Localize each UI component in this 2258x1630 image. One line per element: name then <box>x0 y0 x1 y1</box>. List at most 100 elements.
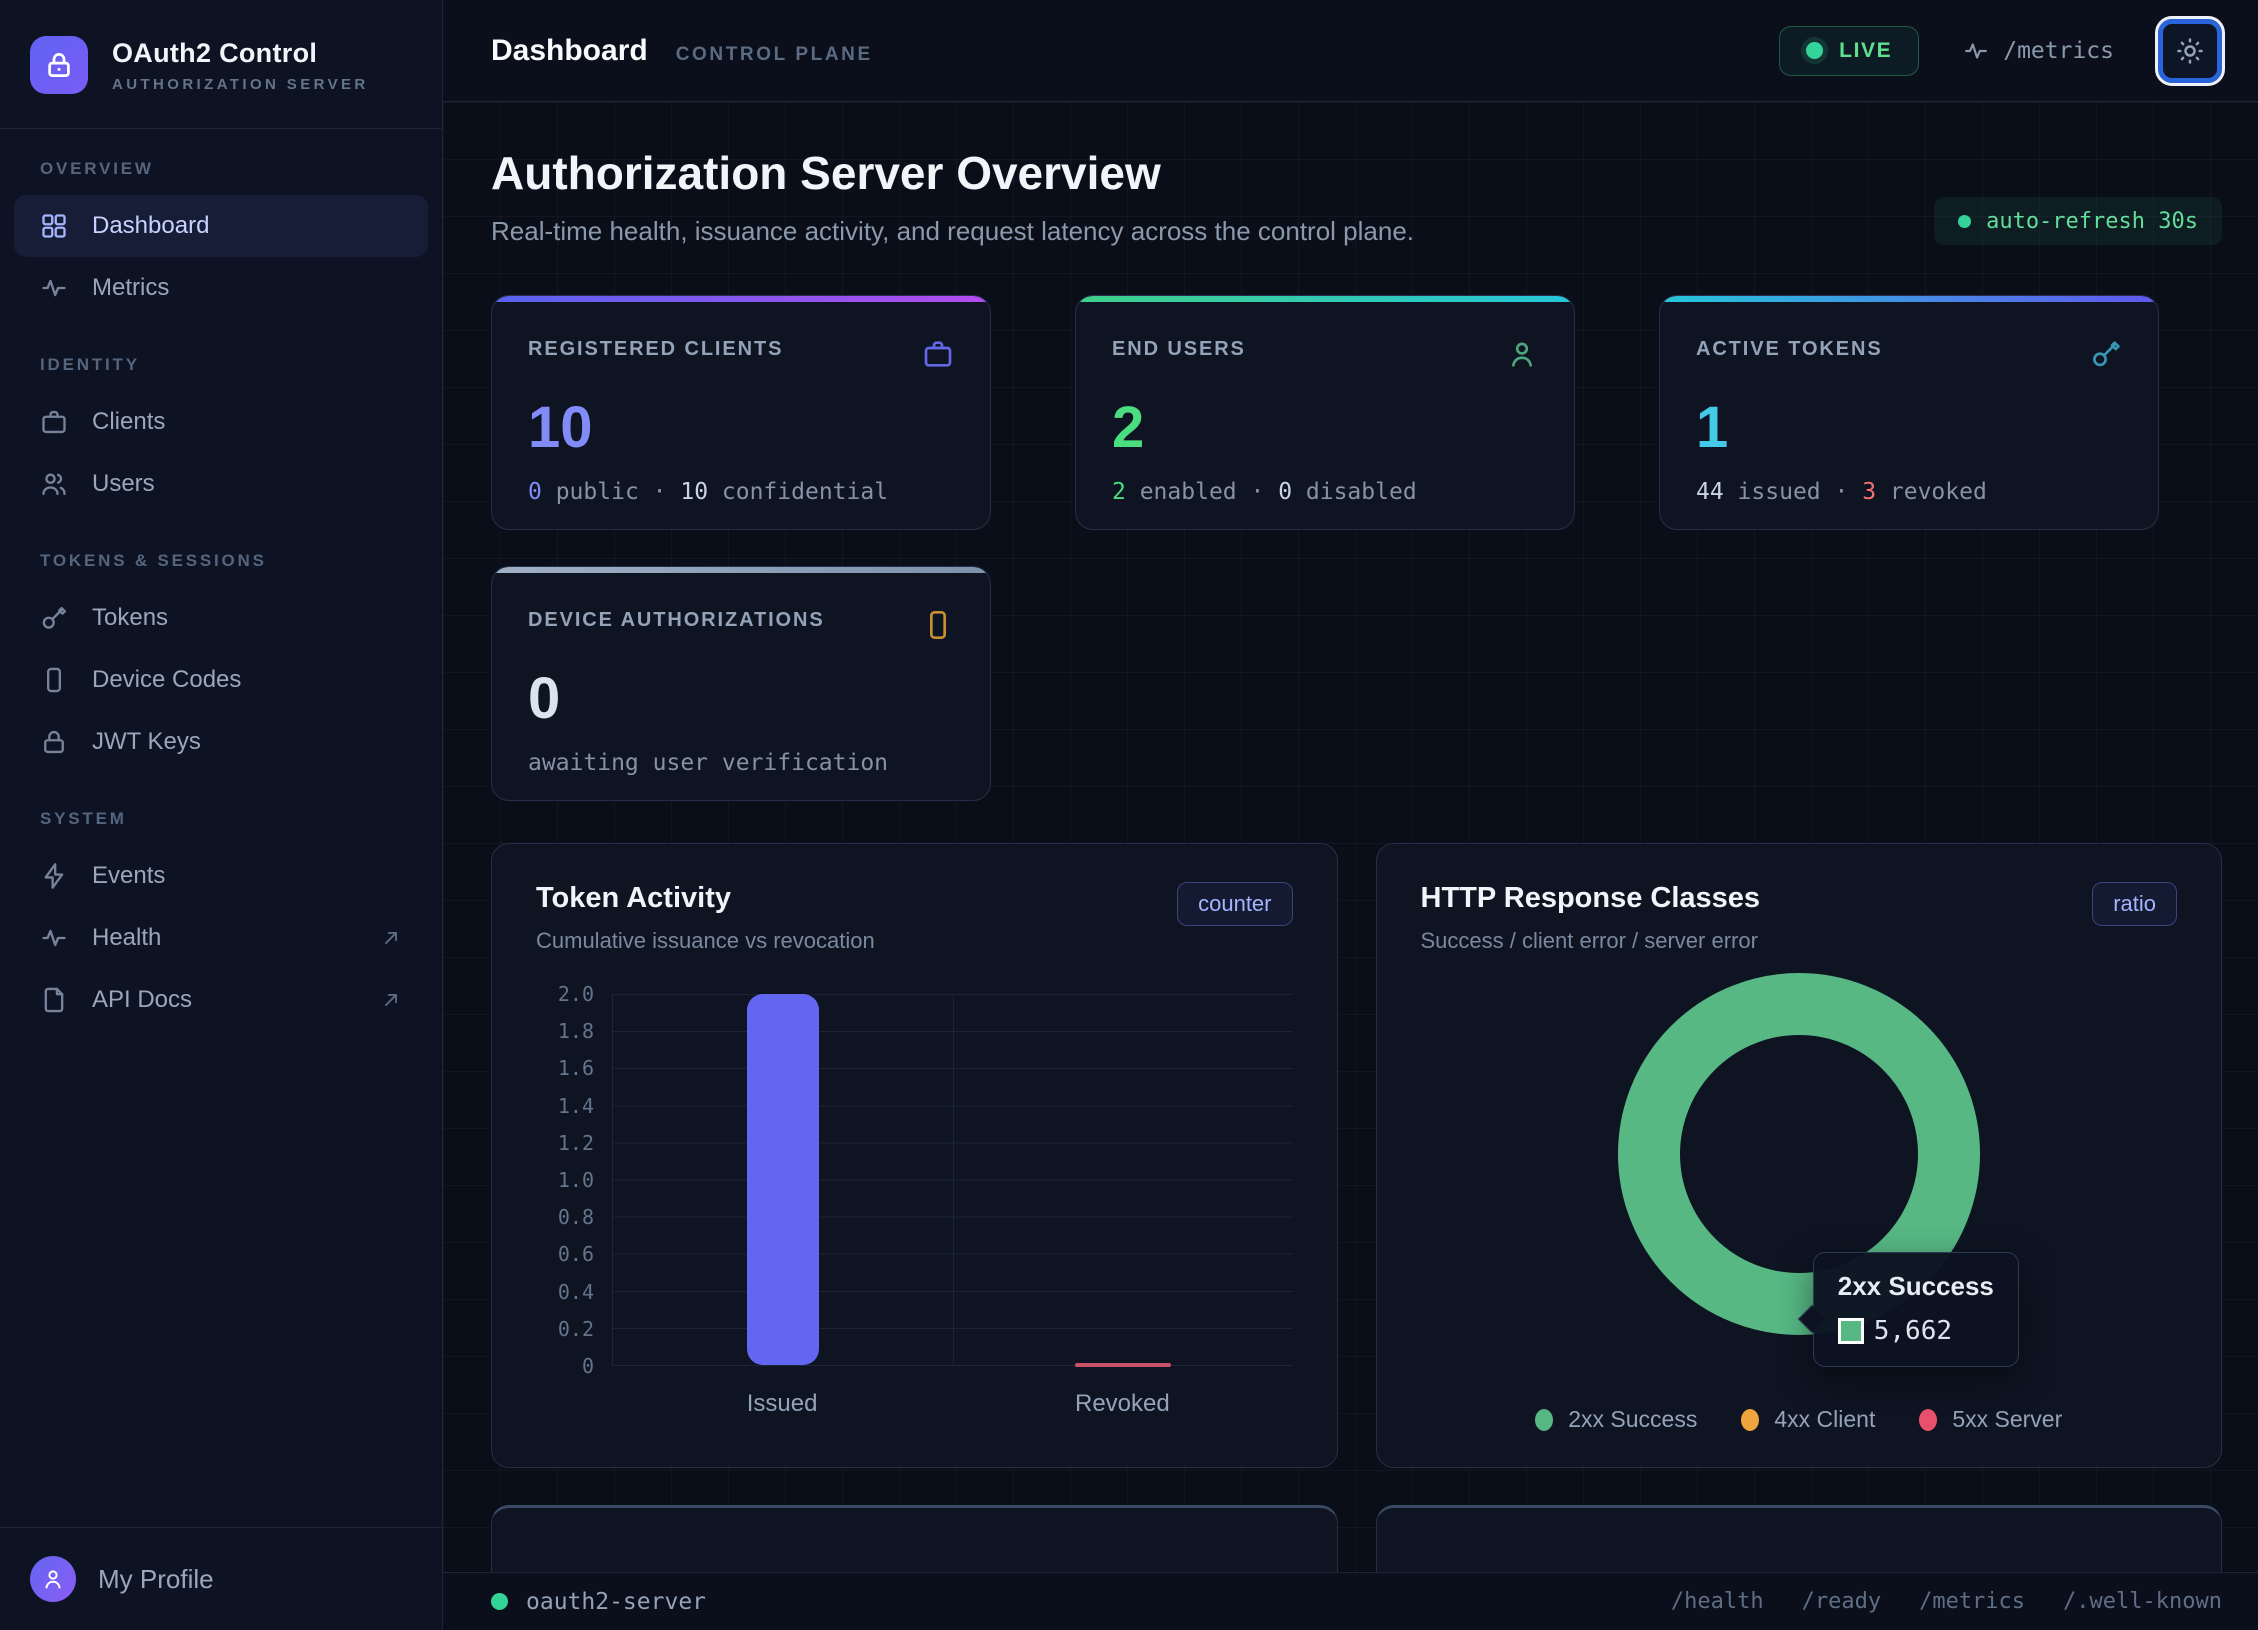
legend-dot-icon <box>1919 1409 1937 1431</box>
charts-grid: Token Activity Cumulative issuance vs re… <box>491 843 2222 1468</box>
key-icon <box>40 604 68 632</box>
chart-title: Token Activity <box>536 882 875 915</box>
chart-tooltip: 2xx Success 5,662 <box>1813 1252 2019 1367</box>
auto-refresh-badge: auto-refresh 30s <box>1934 197 2222 245</box>
activity-icon <box>40 924 68 952</box>
bar-issued[interactable] <box>747 994 819 1365</box>
user-icon <box>41 1567 65 1591</box>
sidebar-item-label: Health <box>92 924 161 952</box>
users-icon <box>40 470 68 498</box>
y-axis-ticks: 2.0 1.8 1.6 1.4 1.2 1.0 0.8 0.6 0.4 0.2 … <box>536 994 594 1366</box>
sidebar-nav: OVERVIEW Dashboard Metrics IDENTITY <box>0 129 442 1527</box>
legend-label: 2xx Success <box>1568 1406 1697 1433</box>
tooltip-title: 2xx Success <box>1838 1271 1994 1302</box>
endpoint-health[interactable]: /health <box>1671 1589 1764 1614</box>
zap-icon <box>40 862 68 890</box>
legend-item-4xx: 4xx Client <box>1741 1406 1875 1433</box>
sidebar-item-metrics[interactable]: Metrics <box>14 257 428 319</box>
chart-title: HTTP Response Classes <box>1421 882 1761 915</box>
nav-section-tokens-sessions: TOKENS & SESSIONS <box>14 551 428 571</box>
nav-section-overview: OVERVIEW <box>14 159 428 179</box>
brand-title: OAuth2 Control <box>112 38 369 69</box>
nav-section-system: SYSTEM <box>14 809 428 829</box>
counter-chip[interactable]: counter <box>1177 882 1292 926</box>
x-label-issued: Issued <box>612 1390 952 1418</box>
lock-icon <box>40 728 68 756</box>
sun-icon <box>2175 36 2205 66</box>
sidebar-item-clients[interactable]: Clients <box>14 391 428 453</box>
sidebar-item-label: Dashboard <box>92 212 209 240</box>
x-axis-labels: Issued Revoked <box>612 1390 1293 1418</box>
stat-sub: 0 public · 10 confidential <box>528 479 954 505</box>
stat-cards-grid: REGISTERED CLIENTS 10 0 public · 10 conf… <box>491 295 2222 801</box>
card-accent-bar <box>492 567 990 573</box>
legend-dot-icon <box>1741 1409 1759 1431</box>
sidebar-item-tokens[interactable]: Tokens <box>14 587 428 649</box>
endpoint-metrics[interactable]: /metrics <box>1919 1589 2025 1614</box>
external-link-icon <box>380 989 402 1011</box>
main-area: Dashboard CONTROL PLANE LIVE /metrics <box>443 0 2258 1630</box>
sidebar-item-label: API Docs <box>92 986 192 1014</box>
stat-sub: 44 issued · 3 revoked <box>1696 479 2122 505</box>
ratio-chip[interactable]: ratio <box>2092 882 2177 926</box>
stat-value: 0 <box>528 665 954 732</box>
smartphone-icon <box>922 609 954 641</box>
briefcase-icon <box>40 408 68 436</box>
stat-label: ACTIVE TOKENS <box>1696 338 1883 361</box>
metrics-link-label: /metrics <box>2003 38 2114 64</box>
token-activity-card: Token Activity Cumulative issuance vs re… <box>491 843 1338 1468</box>
endpoint-ready[interactable]: /ready <box>1802 1589 1881 1614</box>
tooltip-swatch-icon <box>1838 1318 1864 1344</box>
auto-refresh-label: auto-refresh 30s <box>1986 209 2198 234</box>
dashboard-content: Authorization Server Overview Real-time … <box>443 102 2258 1572</box>
sidebar-item-jwt-keys[interactable]: JWT Keys <box>14 711 428 773</box>
live-label: LIVE <box>1839 39 1892 63</box>
sidebar-item-device-codes[interactable]: Device Codes <box>14 649 428 711</box>
donut-legend: 2xx Success 4xx Client 5xx Server <box>1421 1406 2178 1433</box>
stat-label: END USERS <box>1112 338 1246 361</box>
endpoint-well-known[interactable]: /.well-known <box>2063 1589 2222 1614</box>
sidebar-item-label: Tokens <box>92 604 168 632</box>
nav-section-identity: IDENTITY <box>14 355 428 375</box>
sidebar-item-dashboard[interactable]: Dashboard <box>14 195 428 257</box>
sidebar-item-label: Device Codes <box>92 666 241 694</box>
x-label-revoked: Revoked <box>952 1390 1292 1418</box>
tooltip-value: 5,662 <box>1874 1316 1952 1346</box>
activity-icon <box>1963 38 1989 64</box>
brand-subtitle: AUTHORIZATION SERVER <box>112 76 369 93</box>
theme-toggle-button[interactable] <box>2158 19 2222 83</box>
stat-sub: awaiting user verification <box>528 750 954 776</box>
key-icon <box>2090 338 2122 370</box>
registered-clients-card: REGISTERED CLIENTS 10 0 public · 10 conf… <box>491 295 991 530</box>
sidebar-item-label: Users <box>92 470 155 498</box>
bar-revoked[interactable] <box>1075 1363 1171 1367</box>
partial-card-left <box>491 1505 1338 1572</box>
profile-item[interactable]: My Profile <box>0 1527 442 1630</box>
sidebar-item-events[interactable]: Events <box>14 845 428 907</box>
live-status-badge: LIVE <box>1779 26 1919 76</box>
topbar: Dashboard CONTROL PLANE LIVE /metrics <box>443 0 2258 102</box>
card-accent-bar <box>1660 296 2158 302</box>
metrics-link[interactable]: /metrics <box>1963 38 2114 64</box>
avatar <box>30 1556 76 1602</box>
stat-label: DEVICE AUTHORIZATIONS <box>528 609 825 632</box>
status-bar: oauth2-server /health /ready /metrics /.… <box>443 1572 2258 1630</box>
activity-icon <box>40 274 68 302</box>
sidebar-item-health[interactable]: Health <box>14 907 428 969</box>
sidebar: OAuth2 Control AUTHORIZATION SERVER OVER… <box>0 0 443 1630</box>
sidebar-item-label: JWT Keys <box>92 728 201 756</box>
end-users-card: END USERS 2 2 enabled · 0 disabled <box>1075 295 1575 530</box>
external-link-icon <box>380 927 402 949</box>
sidebar-item-users[interactable]: Users <box>14 453 428 515</box>
control-plane-label: CONTROL PLANE <box>676 44 873 66</box>
sidebar-item-api-docs[interactable]: API Docs <box>14 969 428 1031</box>
bar-chart: 2.0 1.8 1.6 1.4 1.2 1.0 0.8 0.6 0.4 0.2 … <box>536 994 1293 1366</box>
server-name: oauth2-server <box>526 1589 706 1615</box>
page-subtitle: Real-time health, issuance activity, and… <box>491 216 1414 247</box>
stat-value: 10 <box>528 394 954 461</box>
stat-value: 2 <box>1112 394 1538 461</box>
card-accent-bar <box>1076 296 1574 302</box>
brand: OAuth2 Control AUTHORIZATION SERVER <box>0 0 442 129</box>
lock-icon <box>44 50 74 80</box>
page-breadcrumb-title: Dashboard <box>491 34 648 68</box>
